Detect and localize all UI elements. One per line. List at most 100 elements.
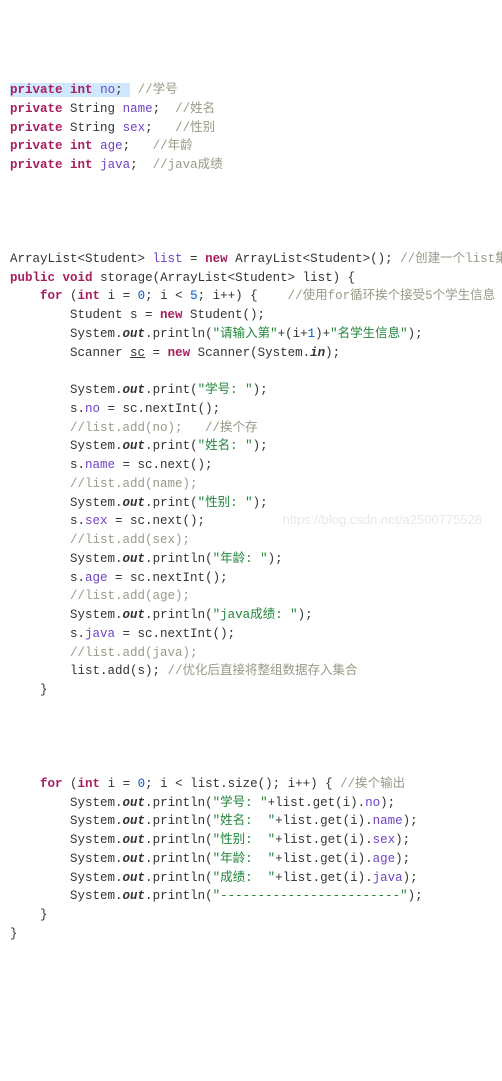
- for-cond: ; i < list.size(); i++) {: [145, 777, 340, 791]
- sys: System.: [70, 608, 123, 622]
- comment: //优化后直接将整组数据存入集合: [168, 664, 358, 678]
- kw-int: int: [70, 139, 93, 153]
- brace: }: [40, 683, 48, 697]
- sys: System.: [70, 796, 123, 810]
- num-0: 0: [138, 289, 146, 303]
- out: out: [123, 439, 146, 453]
- field-sex: sex: [123, 121, 146, 135]
- sys: System.: [70, 496, 123, 510]
- kw-int: int: [70, 158, 93, 172]
- s-dot: s.: [70, 514, 85, 528]
- dot: .: [145, 852, 153, 866]
- out: out: [123, 833, 146, 847]
- comment: //list.add(no);: [70, 421, 205, 435]
- type-string: String: [70, 102, 115, 116]
- paren: );: [395, 852, 410, 866]
- method-storage: storage: [100, 271, 153, 285]
- decl-tail: ArrayList<Student>();: [228, 252, 401, 266]
- field-name: name: [373, 814, 403, 828]
- field-java: java: [373, 871, 403, 885]
- assign-tail: = sc.next();: [108, 514, 206, 528]
- sys: System.: [70, 833, 123, 847]
- println: println: [153, 327, 206, 341]
- println: println: [153, 852, 206, 866]
- comment: //挨个输出: [340, 777, 405, 791]
- dot: .: [145, 552, 153, 566]
- field-age: age: [85, 571, 108, 585]
- println: println: [153, 608, 206, 622]
- kw-public: public: [10, 271, 55, 285]
- num-0: 0: [138, 777, 146, 791]
- field-age: age: [373, 852, 396, 866]
- kw-int: int: [78, 777, 101, 791]
- print: print: [153, 383, 191, 397]
- field-no: no: [100, 83, 115, 97]
- str-xingbie: "性别: ": [198, 496, 253, 510]
- str: "姓名: ": [213, 814, 276, 828]
- comment: //年龄: [153, 139, 193, 153]
- field-age: age: [100, 139, 123, 153]
- txt: )+: [315, 327, 330, 341]
- dot: .: [145, 327, 153, 341]
- sys: System.: [70, 852, 123, 866]
- dot: .: [145, 814, 153, 828]
- dot: .: [145, 439, 153, 453]
- field-sex: sex: [373, 833, 396, 847]
- for-cond: ; i <: [145, 289, 190, 303]
- scanner-decl: Scanner: [70, 346, 130, 360]
- println: println: [153, 552, 206, 566]
- out: out: [123, 383, 146, 397]
- num-5: 5: [190, 289, 198, 303]
- comment: //list.add(name);: [70, 477, 198, 491]
- str: "学号: ": [213, 796, 268, 810]
- s-dot: s.: [70, 458, 85, 472]
- str-nianling: "年龄: ": [213, 552, 268, 566]
- code-block: private int no; //学号 private String name…: [10, 81, 492, 944]
- kw-private: private: [10, 158, 63, 172]
- print: print: [153, 496, 191, 510]
- str-xuehao: "学号: ": [198, 383, 253, 397]
- kw-new: new: [160, 308, 183, 322]
- assign-tail: = sc.next();: [115, 458, 213, 472]
- txt: +(i+: [278, 327, 308, 341]
- field-java: java: [85, 627, 115, 641]
- field-java: java: [100, 158, 130, 172]
- sys: System.: [70, 383, 123, 397]
- dot: .: [145, 889, 153, 903]
- txt: +list.get(i).: [275, 814, 373, 828]
- brace: }: [40, 908, 48, 922]
- paren: );: [403, 814, 418, 828]
- paren: (: [205, 327, 213, 341]
- field-no: no: [85, 402, 100, 416]
- decl-txt: ArrayList<Student>: [10, 252, 153, 266]
- kw-private: private: [10, 139, 63, 153]
- comment: //性别: [175, 121, 215, 135]
- kw-void: void: [63, 271, 93, 285]
- kw-for: for: [40, 289, 63, 303]
- type-string: String: [70, 121, 115, 135]
- sys: System.: [70, 871, 123, 885]
- field-sex: sex: [85, 514, 108, 528]
- println: println: [153, 796, 206, 810]
- for-tail: ; i++) {: [198, 289, 288, 303]
- out: out: [123, 327, 146, 341]
- sys: System.: [70, 552, 123, 566]
- str-xingming: "姓名: ": [198, 439, 253, 453]
- student-tail: Student();: [183, 308, 266, 322]
- out: out: [123, 814, 146, 828]
- kw-new: new: [205, 252, 228, 266]
- comment: //list.add(age);: [70, 589, 190, 603]
- str: "性别: ": [213, 833, 276, 847]
- sys: System.: [70, 814, 123, 828]
- list-add-s: list.add(s);: [70, 664, 168, 678]
- field-name: name: [123, 102, 153, 116]
- comment: //姓名: [175, 102, 215, 116]
- paren: );: [380, 796, 395, 810]
- sys: System.: [70, 439, 123, 453]
- s-dot: s.: [70, 402, 85, 416]
- kw-private: private: [10, 83, 63, 97]
- for-init: i =: [100, 777, 138, 791]
- txt: Scanner(System.: [190, 346, 310, 360]
- dot: .: [145, 383, 153, 397]
- paren: );: [403, 871, 418, 885]
